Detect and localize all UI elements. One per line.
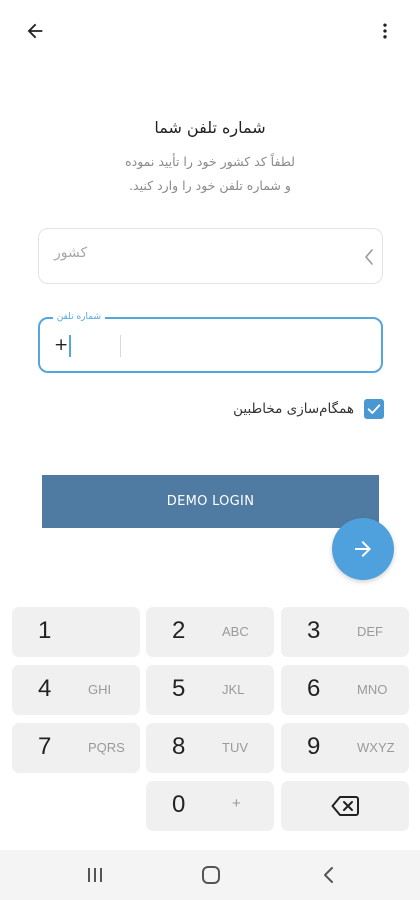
key-0[interactable]: 0 + xyxy=(146,781,274,831)
backspace-icon xyxy=(331,796,359,816)
subtitle-line-1: لطفاً کد کشور خود را تأیید نموده xyxy=(125,154,295,169)
key-4[interactable]: 4 GHI xyxy=(12,665,140,715)
key-3[interactable]: 3 DEF xyxy=(281,607,409,657)
recent-apps-button[interactable] xyxy=(75,863,115,887)
key-6[interactable]: 6 MNO xyxy=(281,665,409,715)
key-9[interactable]: 9 WXYZ xyxy=(281,723,409,773)
country-selector[interactable]: کشور xyxy=(38,228,383,284)
key-letters: TUV xyxy=(222,740,248,755)
key-digit: 8 xyxy=(172,733,186,760)
key-digit: 5 xyxy=(172,675,186,702)
key-letters: JKL xyxy=(222,682,245,697)
key-7[interactable]: 7 PQRS xyxy=(12,723,140,773)
phone-field-label: شماره تلفن xyxy=(52,310,105,324)
key-letters: MNO xyxy=(357,682,388,697)
key-8[interactable]: 8 TUV xyxy=(146,723,274,773)
key-letters: PQRS xyxy=(88,740,125,755)
check-icon xyxy=(367,404,381,414)
key-letters: ABC xyxy=(222,624,249,639)
country-placeholder: کشور xyxy=(54,245,88,261)
arrow-left-icon xyxy=(27,23,43,39)
key-letters: GHI xyxy=(88,682,112,697)
demo-login-button[interactable]: DEMO LOGIN xyxy=(42,475,379,528)
page-title: شماره تلفن شما xyxy=(154,118,266,137)
key-digit: 2 xyxy=(172,617,186,644)
numeric-keypad: 1 2 ABC 3 DEF 4 GHI 5 JKL 6 MNO 7 PQRS 8… xyxy=(0,597,420,850)
more-options-button[interactable] xyxy=(365,11,405,51)
phone-number-field[interactable]: شماره تلفن + xyxy=(38,310,383,373)
key-digit: 1 xyxy=(38,617,52,644)
key-letters: WXYZ xyxy=(357,740,395,755)
key-digit: 4 xyxy=(38,675,52,702)
key-2[interactable]: 2 ABC xyxy=(146,607,274,657)
home-button[interactable] xyxy=(191,863,231,887)
sync-contacts-checkbox[interactable] xyxy=(364,399,384,419)
code-divider xyxy=(120,335,121,357)
arrow-right-icon xyxy=(355,541,371,557)
chevron-left-icon xyxy=(365,249,373,265)
key-digit: 0 xyxy=(172,791,186,818)
text-cursor xyxy=(69,335,71,357)
system-navigation-bar xyxy=(0,850,420,900)
key-letters: DEF xyxy=(357,624,383,639)
backspace-key[interactable] xyxy=(281,781,409,831)
key-digit: 3 xyxy=(307,617,321,644)
key-digit: 7 xyxy=(38,733,52,760)
key-1[interactable]: 1 xyxy=(12,607,140,657)
sync-contacts-label: همگام‌سازی مخاطبین xyxy=(233,401,354,417)
more-vert-icon xyxy=(383,23,387,39)
back-button[interactable] xyxy=(15,11,55,51)
system-back-button[interactable] xyxy=(309,863,349,887)
home-icon xyxy=(202,866,220,884)
key-digit: 9 xyxy=(307,733,321,760)
page-subtitle: لطفاً کد کشور خود را تأیید نموده و شماره… xyxy=(60,150,360,198)
phone-number-input[interactable] xyxy=(130,327,370,365)
next-button[interactable] xyxy=(332,518,394,580)
key-letters: + xyxy=(232,795,241,812)
chevron-left-icon xyxy=(324,867,333,883)
key-5[interactable]: 5 JKL xyxy=(146,665,274,715)
top-bar xyxy=(0,0,420,64)
subtitle-line-2: و شماره تلفن خود را وارد کنید. xyxy=(129,178,291,193)
country-code-prefix: + xyxy=(54,335,69,355)
sync-contacts-row[interactable]: همگام‌سازی مخاطبین xyxy=(233,397,384,421)
recent-apps-icon xyxy=(88,868,102,882)
key-digit: 6 xyxy=(307,675,321,702)
